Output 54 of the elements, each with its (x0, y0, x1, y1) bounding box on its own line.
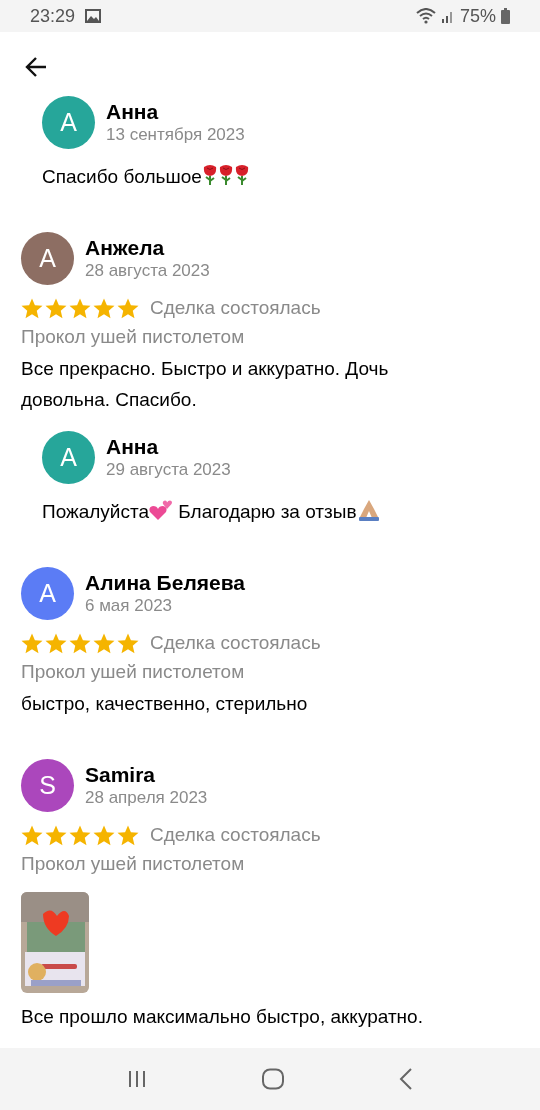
image-icon (85, 9, 102, 23)
wifi-icon (415, 8, 436, 24)
author-name: Анжела (85, 235, 166, 260)
avatar: А (42, 96, 95, 149)
author-name: Алина Беляева (85, 570, 245, 595)
star-icon (21, 632, 43, 654)
deal-status: Сделка состоялась (150, 297, 321, 319)
author-name: Анна (106, 434, 160, 459)
hearts-icon (149, 499, 174, 521)
star-icon (45, 632, 67, 654)
author-name: Samira (85, 762, 157, 787)
review-date: 6 мая 2023 (85, 595, 174, 617)
star-icon (117, 297, 139, 319)
service-name: Прокол ушей пистолетом (21, 852, 246, 876)
star-icon (21, 824, 43, 846)
battery-level: 75% (459, 5, 496, 27)
star-icon (69, 632, 91, 654)
rose-icon (233, 164, 250, 186)
service-name: Прокол ушей пистолетом (21, 325, 246, 349)
review-date: 28 апреля 2023 (85, 787, 208, 809)
avatar: А (21, 232, 74, 285)
recent-apps-icon[interactable] (127, 1069, 147, 1089)
review-date: 13 сентября 2023 (106, 124, 245, 146)
star-icon (117, 632, 139, 654)
star-icon (93, 297, 115, 319)
star-icon (21, 297, 43, 319)
home-icon[interactable] (261, 1068, 285, 1090)
star-icon (69, 824, 91, 846)
avatar: S (21, 759, 74, 812)
deal-status: Сделка состоялась (150, 632, 321, 654)
battery-icon (501, 8, 510, 24)
review-date: 28 августа 2023 (85, 260, 210, 282)
service-name: Прокол ушей пистолетом (21, 660, 246, 684)
reply-text: Спасибо большое (42, 161, 492, 192)
star-icon (93, 632, 115, 654)
star-icon (69, 297, 91, 319)
back-icon[interactable] (399, 1068, 413, 1090)
reply-text: Пожалуйста Благодарю за отзыв (42, 496, 492, 527)
avatar: А (21, 567, 74, 620)
star-icon (93, 824, 115, 846)
review-text: Все прекрасно. Быстро и аккуратно. Дочь довольна. Спасибо. (21, 357, 390, 412)
star-icon (45, 297, 67, 319)
rose-icon (201, 164, 218, 186)
review-text: Все прошло максимально быстро, аккуратно. (21, 1005, 424, 1029)
star-icon (45, 824, 67, 846)
review-date: 29 августа 2023 (106, 459, 231, 481)
rose-icon (217, 164, 234, 186)
star-icon (117, 824, 139, 846)
signal-icon (440, 9, 455, 23)
clock: 23:29 (30, 5, 76, 27)
review-text: быстро, качественно, стерильно (21, 692, 309, 716)
author-name: Анна (106, 99, 160, 124)
avatar: А (42, 431, 95, 484)
deal-status: Сделка состоялась (150, 824, 321, 846)
